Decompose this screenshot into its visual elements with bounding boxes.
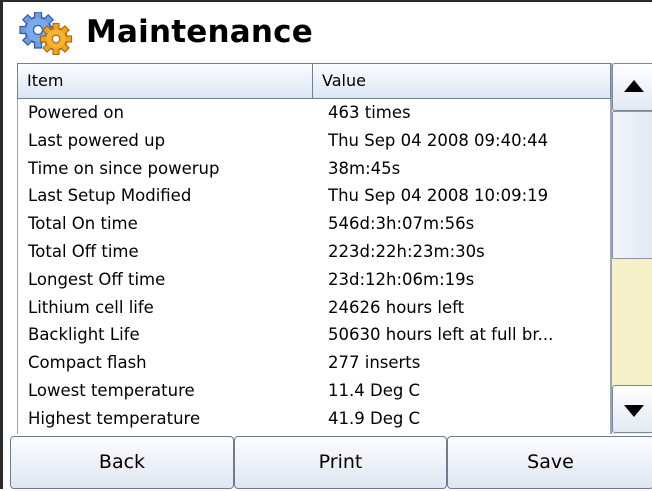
maintenance-window: Maintenance Item Value Powered on 463 ti… bbox=[0, 0, 652, 491]
table-row[interactable]: Total On time 546d:3h:07m:56s bbox=[18, 210, 610, 238]
value-cell: 463 times bbox=[328, 103, 411, 122]
value-cell: 223d:22h:23m:30s bbox=[328, 241, 485, 261]
table-row[interactable]: Backlight Life 50630 hours left at full … bbox=[18, 321, 610, 349]
scroll-up-button[interactable] bbox=[612, 63, 652, 111]
item-cell: Powered on bbox=[28, 103, 124, 122]
item-cell: Lithium cell life bbox=[28, 297, 154, 317]
item-cell: Time on since powerup bbox=[28, 158, 220, 178]
value-cell: Thu Sep 04 2008 10:09:19 bbox=[328, 186, 549, 206]
arrow-down-icon bbox=[624, 405, 644, 417]
title-bar: Maintenance bbox=[6, 4, 652, 61]
back-button[interactable]: Back bbox=[10, 436, 234, 489]
item-cell: Lowest temperature bbox=[28, 380, 195, 400]
value-cell: Thu Sep 04 2008 09:40:44 bbox=[328, 130, 549, 150]
value-cell: 38m:45s bbox=[328, 158, 401, 178]
save-button[interactable]: Save bbox=[447, 436, 652, 489]
item-cell: Backlight Life bbox=[28, 325, 140, 345]
table-row[interactable]: Compact flash 277 inserts bbox=[18, 349, 610, 377]
table-row[interactable]: Last Setup Modified Thu Sep 04 2008 10:0… bbox=[18, 182, 610, 210]
value-cell: 24626 hours left bbox=[328, 297, 465, 317]
item-cell: Last Setup Modified bbox=[28, 186, 192, 206]
table-row[interactable]: Lithium cell life 24626 hours left bbox=[18, 294, 610, 322]
column-header-item[interactable]: Item bbox=[18, 64, 313, 98]
arrow-up-icon bbox=[624, 80, 644, 92]
item-cell: Compact flash bbox=[28, 353, 147, 373]
table-row[interactable]: Time on since powerup 38m:45s bbox=[18, 155, 610, 183]
item-cell: Total Off time bbox=[28, 241, 139, 261]
maintenance-table: Powered on 463 times Last powered up Thu… bbox=[17, 99, 611, 434]
value-cell: 11.4 Deg C bbox=[328, 380, 421, 400]
gears-icon bbox=[19, 12, 73, 56]
value-cell: 277 inserts bbox=[328, 353, 421, 373]
print-button[interactable]: Print bbox=[234, 436, 447, 489]
table-row[interactable]: Highest temperature 41.9 Deg C bbox=[18, 405, 610, 433]
table-row[interactable]: Total Off time 223d:22h:23m:30s bbox=[18, 238, 610, 266]
item-cell: Highest temperature bbox=[28, 408, 201, 428]
vertical-scrollbar[interactable] bbox=[611, 63, 652, 434]
item-cell: Longest Off time bbox=[28, 269, 166, 289]
table-row[interactable]: Lowest temperature 11.4 Deg C bbox=[18, 377, 610, 405]
scroll-down-button[interactable] bbox=[612, 385, 652, 433]
scrollbar-thumb[interactable] bbox=[612, 111, 652, 259]
button-bar: Back Print Save bbox=[6, 434, 652, 491]
value-cell: 41.9 Deg C bbox=[328, 408, 421, 428]
column-header-value[interactable]: Value bbox=[313, 64, 610, 98]
value-cell: 50630 hours left at full br... bbox=[328, 325, 554, 345]
item-cell: Total On time bbox=[28, 214, 138, 234]
value-cell: 23d:12h:06m:19s bbox=[328, 269, 475, 289]
page-title: Maintenance bbox=[86, 14, 313, 50]
table-header: Item Value bbox=[17, 63, 611, 99]
value-cell: 546d:3h:07m:56s bbox=[328, 214, 475, 234]
table-row[interactable]: Powered on 463 times bbox=[18, 99, 610, 127]
table-row[interactable]: Last powered up Thu Sep 04 2008 09:40:44 bbox=[18, 127, 610, 155]
table-row[interactable]: Longest Off time 23d:12h:06m:19s bbox=[18, 266, 610, 294]
item-cell: Last powered up bbox=[28, 130, 166, 150]
